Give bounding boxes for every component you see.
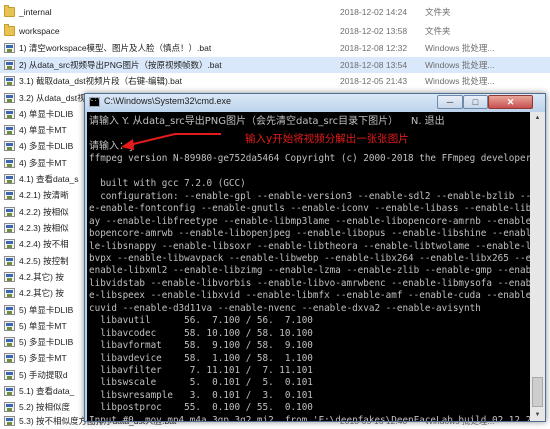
file-row[interactable]: workspace 2018-12-02 13:58 文件夹 xyxy=(0,23,550,39)
scroll-thumb[interactable] xyxy=(532,377,543,407)
folder-icon xyxy=(4,24,15,36)
console-line: le-libsnappy --enable-libsoxr --enable-l… xyxy=(89,240,530,252)
folder-icon xyxy=(4,5,15,17)
console-line: libavcodec 58. 10.100 / 58. 10.100 xyxy=(89,327,313,339)
console-line: libvidstab --enable-libvorbis --enable-l… xyxy=(89,277,530,289)
console-line: libswscale 5. 0.101 / 5. 0.101 xyxy=(89,377,313,389)
file-name: 2) 从data_src视频导出PNG图片（按原视频帧数）.bat xyxy=(19,60,222,70)
file-name: 4.2.4) 按不相 xyxy=(19,239,69,249)
file-type: Windows 批处理... xyxy=(425,43,495,53)
file-name: 4) 多显卡MT xyxy=(19,158,67,168)
file-name: 4) 单显卡MT xyxy=(19,125,67,135)
bat-icon xyxy=(4,43,15,53)
bat-icon xyxy=(4,93,15,103)
file-name: workspace xyxy=(19,26,60,36)
bat-icon xyxy=(4,288,15,298)
file-name: 4.2.5) 按控制 xyxy=(19,256,69,266)
bat-icon xyxy=(4,109,15,119)
console-line: ffmpeg version N-89980-ge752da5464 Copyr… xyxy=(89,153,530,165)
bat-icon xyxy=(4,60,15,70)
file-row[interactable]: _internal 2018-12-02 14:24 文件夹 xyxy=(0,4,550,20)
bat-icon xyxy=(4,256,15,266)
console-line: enable-libxml2 --enable-libzimg --enable… xyxy=(89,265,530,277)
file-type: 文件夹 xyxy=(425,7,451,17)
cmd-titlebar[interactable]: C:\Windows\System32\cmd.exe ─ □ ✕ xyxy=(85,94,545,112)
bat-icon xyxy=(4,158,15,168)
red-annotation-text: 输入y开始将视频分解出一张张图片 xyxy=(245,133,409,145)
file-name: 1) 清空workspace模型、图片及人脸（慎点！）.bat xyxy=(19,43,212,53)
console-line: cuvid --enable-d3d11va --enable-nvenc --… xyxy=(89,302,481,314)
bat-icon xyxy=(4,321,15,331)
file-name: 5) 单显卡DLIB xyxy=(19,305,74,315)
console-line: bopencore-amrwb --enable-libopenjpeg --e… xyxy=(89,228,530,240)
bat-icon xyxy=(4,370,15,380)
file-row[interactable]: 3.1) 截取data_dst视频片段（右键-编辑).bat 2018-12-05… xyxy=(0,73,550,89)
file-date: 2018-12-05 21:43 xyxy=(340,76,408,86)
bat-icon xyxy=(4,141,15,151)
file-date: 2018-12-02 14:24 xyxy=(340,7,408,17)
maximize-button[interactable]: □ xyxy=(463,95,488,109)
file-name: 4.2.其它) 按 xyxy=(19,272,64,282)
bat-icon xyxy=(4,337,15,347)
bat-icon xyxy=(4,223,15,233)
file-row[interactable]: 2) 从data_src视频导出PNG图片（按原视频帧数）.bat 2018-12… xyxy=(0,57,550,73)
file-name: _internal xyxy=(19,7,52,17)
file-name: 5) 多显卡DLIB xyxy=(19,337,74,347)
bat-icon xyxy=(4,174,15,184)
file-name: 5) 多显卡MT xyxy=(19,353,67,363)
file-name: 5) 手动提取d xyxy=(19,370,68,380)
file-name: 5.1) 查看data_ xyxy=(19,386,75,396)
file-name: 4.2.3) 按相似 xyxy=(19,223,69,233)
file-name: 4.2.1) 按清晰 xyxy=(19,190,69,200)
cmd-app-icon[interactable] xyxy=(89,96,101,107)
file-type: 文件夹 xyxy=(425,26,451,36)
red-arrow-icon xyxy=(121,133,221,150)
console-line: configuration: --enable-gpl --enable-ver… xyxy=(89,190,530,202)
console-line: libavformat 58. 9.100 / 58. 9.100 xyxy=(89,340,313,352)
console-output[interactable]: 请输入 Y. 从data_src导出PNG图片（会先清空data_src目录下图… xyxy=(87,112,530,421)
bat-icon xyxy=(4,190,15,200)
bat-icon xyxy=(4,76,15,86)
file-date: 2018-12-02 13:58 xyxy=(340,26,408,36)
file-type: Windows 批处理... xyxy=(425,60,495,70)
file-name: 3.1) 截取data_dst视频片段（右键-编辑).bat xyxy=(19,76,182,86)
console-line: built with gcc 7.2.0 (GCC) xyxy=(89,178,246,190)
console-scrollbar[interactable]: ▲ ▼ xyxy=(530,112,545,421)
minimize-button[interactable]: ─ xyxy=(437,95,463,109)
file-name: 4.1) 查看data_s xyxy=(19,174,79,184)
console-line: bvpx --enable-libwavpack --enable-libweb… xyxy=(89,252,530,264)
scroll-up-arrow-icon[interactable]: ▲ xyxy=(532,113,543,123)
bat-icon xyxy=(4,125,15,135)
console-line: e-libspeex --enable-libxvid --enable-lib… xyxy=(89,290,530,302)
bat-icon xyxy=(4,305,15,315)
bat-icon xyxy=(4,402,15,412)
console-line: ay --enable-libfreetype --enable-libmp3l… xyxy=(89,215,530,227)
scroll-down-arrow-icon[interactable]: ▼ xyxy=(532,410,543,420)
bat-icon xyxy=(4,353,15,363)
file-name: 4.2.其它) 按 xyxy=(19,288,64,298)
bat-icon xyxy=(4,272,15,282)
file-date: 2018-12-08 12:32 xyxy=(340,43,408,53)
console-line: Input #0, mov,mp4,m4a,3gp,3g2,mj2, from … xyxy=(89,414,530,421)
file-name: 4) 单显卡DLIB xyxy=(19,109,74,119)
file-name: 5) 单显卡MT xyxy=(19,321,67,331)
bat-icon xyxy=(4,416,15,426)
console-line: libavutil 56. 7.100 / 56. 7.100 xyxy=(89,315,313,327)
bat-icon xyxy=(4,239,15,249)
console-line: libswresample 3. 0.101 / 3. 0.101 xyxy=(89,389,313,401)
file-name: 4) 多显卡DLIB xyxy=(19,141,74,151)
close-button[interactable]: ✕ xyxy=(488,95,533,109)
file-type: Windows 批处理... xyxy=(425,76,495,86)
console-line: libavdevice 58. 1.100 / 58. 1.100 xyxy=(89,352,313,364)
file-date: 2018-12-08 13:54 xyxy=(340,60,408,70)
console-line: libavfilter 7. 11.101 / 7. 11.101 xyxy=(89,365,313,376)
bat-icon xyxy=(4,207,15,217)
console-line: libpostproc 55. 0.100 / 55. 0.100 xyxy=(89,402,313,414)
console-line: e-enable-fontconfig --enable-gnutls --en… xyxy=(89,203,530,215)
bat-icon xyxy=(4,386,15,396)
file-row[interactable]: 1) 清空workspace模型、图片及人脸（慎点！）.bat 2018-12-0… xyxy=(0,40,550,56)
file-name: 4.2.2) 按相似 xyxy=(19,207,69,217)
cmd-window-title: C:\Windows\System32\cmd.exe xyxy=(104,96,232,106)
